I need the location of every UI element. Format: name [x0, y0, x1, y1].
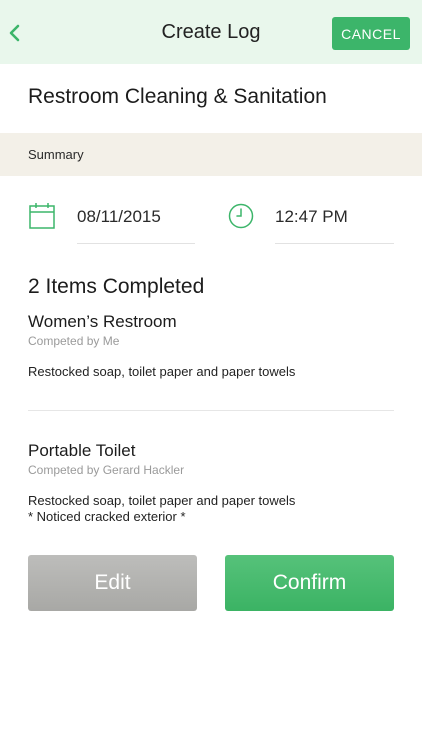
date-value: 08/11/2015	[77, 207, 161, 226]
edit-button[interactable]: Edit	[28, 555, 197, 611]
summary-section-header: Summary	[0, 133, 422, 176]
item-completed-by: Competed by Me	[28, 334, 120, 348]
app-header: Create Log CANCEL	[0, 0, 422, 64]
item-note: Restocked soap, toilet paper and paper t…	[28, 364, 394, 380]
time-field[interactable]: 12:47 PM	[275, 195, 394, 244]
log-title: Restroom Cleaning & Sanitation	[28, 85, 327, 108]
item-divider	[28, 410, 394, 411]
completed-count-heading: 2 Items Completed	[28, 275, 205, 298]
list-item: Portable Toilet Competed by Gerard Hackl…	[28, 441, 394, 525]
clock-icon[interactable]	[228, 203, 254, 229]
date-field[interactable]: 08/11/2015	[77, 195, 195, 244]
item-note-line: Restocked soap, toilet paper and paper t…	[28, 493, 296, 508]
item-note-line: * Noticed cracked exterior *	[28, 509, 186, 524]
time-value: 12:47 PM	[275, 207, 348, 226]
item-completed-by: Competed by Gerard Hackler	[28, 463, 185, 477]
item-name: Women’s Restroom	[28, 312, 177, 331]
summary-label: Summary	[28, 147, 84, 162]
cancel-button[interactable]: CANCEL	[332, 17, 410, 50]
item-name: Portable Toilet	[28, 441, 136, 460]
confirm-button[interactable]: Confirm	[225, 555, 394, 611]
list-item: Women’s Restroom Competed by Me Restocke…	[28, 312, 394, 380]
item-note: Restocked soap, toilet paper and paper t…	[28, 493, 394, 525]
item-note-line: Restocked soap, toilet paper and paper t…	[28, 364, 296, 379]
calendar-icon[interactable]	[29, 202, 55, 230]
